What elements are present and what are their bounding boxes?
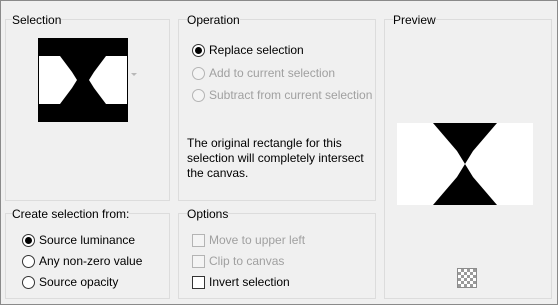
- operation-info-text: The original rectangle for this selectio…: [187, 136, 364, 180]
- preview-group-title: Preview: [393, 13, 436, 27]
- radio-dot: [192, 88, 205, 102]
- preview-hourglass-shape: [433, 123, 497, 205]
- radio-dot: [192, 43, 205, 57]
- checkbox-label: Move to upper left: [209, 233, 306, 247]
- radio-label: Replace selection: [209, 43, 304, 57]
- hourglass-shape-icon: [39, 56, 127, 104]
- checkbox-invert-selection[interactable]: Invert selection: [192, 273, 290, 291]
- radio-label: Source luminance: [39, 233, 136, 247]
- checkbox-box: [192, 254, 205, 268]
- radio-dot: [22, 233, 35, 247]
- chevron-down-icon[interactable]: [131, 73, 137, 76]
- radio-source-opacity[interactable]: Source opacity: [22, 273, 118, 291]
- radio-replace-selection[interactable]: Replace selection: [192, 41, 304, 59]
- checkbox-label: Invert selection: [209, 275, 290, 289]
- create-selection-group-title: Create selection from:: [12, 207, 130, 221]
- checkbox-box: [192, 275, 205, 289]
- radio-label: Source opacity: [39, 275, 119, 289]
- selection-group-title: Selection: [12, 13, 62, 27]
- radio-source-luminance[interactable]: Source luminance: [22, 231, 135, 249]
- radio-subtract-from-selection[interactable]: Subtract from current selection: [192, 86, 372, 104]
- checkerboard-icon[interactable]: [457, 268, 477, 288]
- radio-label: Subtract from current selection: [209, 88, 373, 102]
- checkbox-box: [192, 233, 205, 247]
- radio-any-nonzero-value[interactable]: Any non-zero value: [22, 252, 142, 270]
- selection-thumbnail-dropdown[interactable]: [38, 38, 128, 122]
- radio-dot: [22, 254, 35, 268]
- checkbox-clip-to-canvas[interactable]: Clip to canvas: [192, 252, 284, 270]
- checkbox-move-to-upper-left[interactable]: Move to upper left: [192, 231, 305, 249]
- operation-group-title: Operation: [187, 13, 240, 27]
- radio-label: Any non-zero value: [39, 254, 143, 268]
- radio-dot: [22, 275, 35, 289]
- radio-dot: [192, 66, 205, 80]
- preview-image: [397, 123, 533, 205]
- checkbox-label: Clip to canvas: [209, 254, 285, 268]
- radio-label: Add to current selection: [209, 66, 336, 80]
- radio-add-to-selection[interactable]: Add to current selection: [192, 64, 335, 82]
- options-group-title: Options: [187, 207, 229, 221]
